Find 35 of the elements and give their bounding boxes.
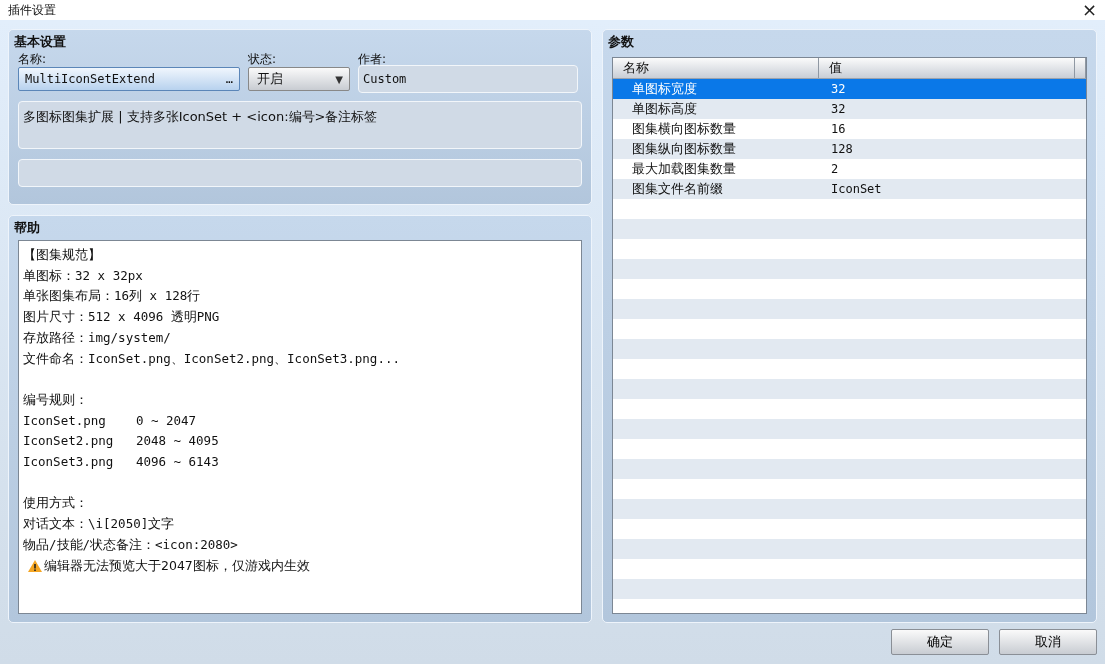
section-title: 帮助 [14,219,40,237]
help-line: 使用方式： [23,494,88,513]
help-line: 图片尺寸：512 x 4096 透明PNG [23,308,220,327]
help-line: 单图标：32 x 32px [23,266,143,285]
help-line: IconSet.png 0 ~ 2047 [23,411,197,430]
table-row[interactable]: 单图标宽度 32 [613,79,1086,99]
help-line: 文件命名：IconSet.png、IconSet2.png、IconSet3.png... [23,349,400,368]
help-line: 编号规则： [23,390,88,409]
section-title: 基本设置 [14,33,66,51]
dialog-button[interactable]: 取消 [999,628,1097,655]
help-line: 单张图集布局：16列 x 128行 [23,287,201,306]
dialog-button[interactable]: 确定 [891,628,989,655]
field-label: 作者: [358,51,387,67]
table-row[interactable]: 最大加载图集数量 2 [613,159,1086,179]
help-line: IconSet2.png 2048 ~ 4095 [23,432,219,451]
window-title: 插件设置 [8,1,56,19]
help-line: 物品/技能/状态备注：<icon:2080> [23,535,238,554]
table-row[interactable]: 图集横向图标数量 16 [613,119,1086,139]
help-line: 存放路径：img/system/ [23,328,171,347]
help-line: 对话文本：\i[2050]文字 [23,515,175,534]
help-line: 【图集规范】 [23,246,101,264]
author-field[interactable]: Custom [358,65,578,93]
column-header[interactable]: 名称 [613,58,819,78]
status-dropdown[interactable]: 开启 ▼ [248,67,350,91]
name-field[interactable]: MultiIconSetExtend … [18,67,240,91]
field-label: 状态: [248,51,277,67]
field-label: 名称: [18,51,47,67]
description-field[interactable]: 多图标图集扩展 | 支持多张IconSet + <icon:编号>备注标签 [18,101,582,149]
column-header[interactable]: 值 [819,58,1075,78]
help-line: IconSet3.png 4096 ~ 6143 [23,453,219,471]
warning-icon [27,558,43,573]
section-title: 参数 [608,33,634,51]
warning-text: 编辑器无法预览大于2047图标，仅游戏内生效 [44,556,310,575]
close-button[interactable]: × [1081,1,1097,19]
empty-field[interactable] [18,159,582,187]
